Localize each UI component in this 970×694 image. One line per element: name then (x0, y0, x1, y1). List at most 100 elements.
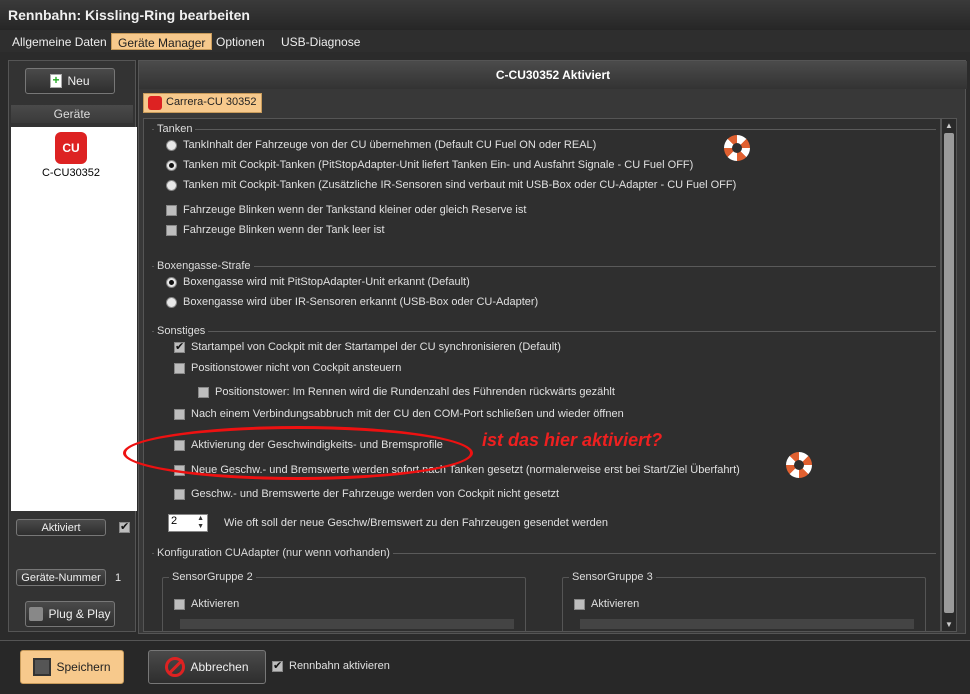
checkbox[interactable] (574, 598, 585, 610)
plus-icon: + (50, 73, 63, 88)
boxengasse-option-label: Boxengasse wird mit PitStopAdapter-Unit … (183, 276, 470, 288)
plug-play-button[interactable]: Plug & Play (25, 601, 115, 627)
sonstiges-title: Sonstiges (154, 325, 209, 337)
help-lifering-icon[interactable] (786, 452, 812, 478)
sensorgruppe-3-activate[interactable]: Aktivieren (574, 598, 639, 610)
cancel-button-label: Abbrechen (190, 660, 249, 674)
blink-reserve-checkbox[interactable]: Fahrzeuge Blinken wenn der Tankstand kle… (166, 204, 526, 216)
radio[interactable] (166, 159, 177, 171)
carrera-cu-tab-icon (148, 96, 162, 110)
devices-header: Geräte (11, 105, 133, 123)
tab-label: Carrera-CU 30352 (166, 96, 257, 108)
panel-title: C-CU30352 Aktiviert (139, 61, 967, 89)
radio[interactable] (166, 179, 177, 191)
sensorgruppe-3-field (580, 619, 914, 629)
plug-icon (29, 607, 44, 621)
menu-allgemeine-daten[interactable]: Allgemeine Daten (6, 33, 113, 50)
device-item[interactable]: CU C-CU30352 (31, 132, 111, 182)
tanken-option-label: Tanken mit Cockpit-Tanken (Zusätzliche I… (183, 179, 737, 191)
new-button[interactable]: + Neu (25, 68, 115, 94)
speed-not-set-checkbox[interactable]: Geschw.- und Bremswerte der Fahrzeuge we… (174, 488, 559, 500)
tanken-option-1[interactable]: TankInhalt der Fahrzeuge von der CU über… (166, 139, 596, 151)
checkbox[interactable] (174, 488, 185, 500)
scroll-down-icon[interactable]: ▼ (945, 620, 953, 629)
positionstower-checkbox[interactable]: Positionstower nicht von Cockpit ansteue… (174, 362, 401, 374)
device-activated-checkbox[interactable] (119, 520, 130, 533)
send-count-spinner[interactable]: 2 ▲ ▼ (168, 514, 208, 532)
tanken-option-label: TankInhalt der Fahrzeuge von der CU über… (183, 139, 597, 151)
checkbox[interactable] (166, 224, 177, 236)
new-button-label: Neu (67, 74, 90, 88)
checkbox[interactable] (272, 659, 283, 672)
floppy-disk-icon (33, 658, 52, 676)
menu-optionen[interactable]: Optionen (210, 33, 271, 50)
spinner-value: 2 (171, 515, 178, 527)
device-settings-panel: C-CU30352 Aktiviert Carrera-CU 30352 Tan… (138, 60, 967, 634)
boxengasse-option-label: Boxengasse wird über IR-Sensoren erkannt… (183, 296, 539, 308)
annotation-ellipse (123, 426, 473, 480)
tanken-option-label: Tanken mit Cockpit-Tanken (PitStopAdapte… (183, 159, 694, 171)
plug-play-label: Plug & Play (48, 607, 111, 621)
device-number-value: 1 (115, 572, 122, 584)
scroll-thumb[interactable] (944, 133, 954, 613)
checkbox-label: Positionstower: Im Rennen wird die Runde… (215, 386, 615, 398)
checkbox-label: Rennbahn aktivieren (289, 660, 390, 672)
radio[interactable] (166, 139, 177, 151)
boxengasse-title: Boxengasse-Strafe (154, 260, 254, 272)
checkbox[interactable] (166, 204, 177, 216)
save-button[interactable]: Speichern (20, 650, 124, 684)
checkbox[interactable] (174, 340, 185, 353)
save-button-label: Speichern (56, 660, 111, 674)
radio[interactable] (166, 296, 177, 308)
boxengasse-option-2[interactable]: Boxengasse wird über IR-Sensoren erkannt… (166, 296, 538, 308)
activated-label: Aktiviert (16, 519, 106, 536)
checkbox[interactable] (174, 598, 185, 610)
device-list: CU C-CU30352 (11, 127, 137, 511)
checkbox-label: Geschw.- und Bremswerte der Fahrzeuge we… (191, 488, 560, 500)
cancel-icon (165, 657, 186, 677)
annotation-text: ist das hier aktiviert? (482, 430, 663, 450)
checkbox[interactable] (174, 408, 185, 420)
checkbox-label: Startampel von Cockpit mit der Startampe… (191, 341, 561, 353)
sensorgruppe-2-activate[interactable]: Aktivieren (174, 598, 239, 610)
positionstower-reverse-checkbox[interactable]: Positionstower: Im Rennen wird die Runde… (198, 386, 615, 398)
sensorgruppe-3-title: SensorGruppe 3 (569, 571, 656, 583)
device-sidebar: + Neu Geräte CU C-CU30352 Aktiviert Gerä… (8, 60, 137, 632)
boxengasse-option-1[interactable]: Boxengasse wird mit PitStopAdapter-Unit … (166, 276, 470, 288)
cuadapter-title: Konfiguration CUAdapter (nur wenn vorhan… (154, 547, 393, 559)
checkbox-label: Fahrzeuge Blinken wenn der Tank leer ist (183, 224, 385, 236)
checkbox-label: Nach einem Verbindungsabbruch mit der CU… (191, 408, 624, 420)
checkbox-label: Aktivieren (591, 598, 640, 610)
radio[interactable] (166, 276, 177, 288)
checkbox[interactable] (198, 386, 209, 398)
settings-content: Tanken TankInhalt der Fahrzeuge von der … (143, 118, 941, 632)
checkbox-label: Aktivieren (191, 598, 240, 610)
reconnect-comport-checkbox[interactable]: Nach einem Verbindungsabbruch mit der CU… (174, 408, 624, 420)
window-title: Rennbahn: Kissling-Ring bearbeiten (0, 0, 970, 30)
checkbox-label: Positionstower nicht von Cockpit ansteue… (191, 362, 402, 374)
tanken-title: Tanken (154, 123, 196, 135)
spinner-arrows-icon[interactable]: ▲ ▼ (197, 515, 204, 531)
blink-empty-checkbox[interactable]: Fahrzeuge Blinken wenn der Tank leer ist (166, 224, 385, 236)
bottom-bar: Speichern Abbrechen Rennbahn aktivieren (0, 640, 970, 694)
device-number-label: Geräte-Nummer (16, 569, 106, 586)
checkbox[interactable] (174, 362, 185, 374)
tanken-option-3[interactable]: Tanken mit Cockpit-Tanken (Zusätzliche I… (166, 179, 736, 191)
cancel-button[interactable]: Abbrechen (148, 650, 266, 684)
carrera-cu-icon: CU (55, 132, 87, 164)
help-lifering-icon[interactable] (724, 135, 750, 161)
send-count-label: Wie oft soll der neue Geschw/Bremswert z… (224, 517, 608, 529)
vertical-scrollbar[interactable]: ▲ ▼ (941, 118, 957, 632)
scroll-up-icon[interactable]: ▲ (945, 121, 953, 130)
device-name: C-CU30352 (41, 167, 101, 179)
sensorgruppe-2-field (180, 619, 514, 629)
startampel-checkbox[interactable]: Startampel von Cockpit mit der Startampe… (174, 340, 561, 353)
sensorgruppe-2-title: SensorGruppe 2 (169, 571, 256, 583)
tab-carrera-cu[interactable]: Carrera-CU 30352 (143, 93, 263, 113)
rennbahn-activate-checkbox[interactable]: Rennbahn aktivieren (272, 659, 390, 672)
menu-geraete-manager[interactable]: Geräte Manager (111, 33, 213, 50)
menu-usb-diagnose[interactable]: USB-Diagnose (275, 33, 366, 50)
menu-bar: Allgemeine Daten Geräte Manager Optionen… (0, 30, 970, 52)
checkbox-label: Fahrzeuge Blinken wenn der Tankstand kle… (183, 204, 527, 216)
tanken-option-2[interactable]: Tanken mit Cockpit-Tanken (PitStopAdapte… (166, 159, 693, 171)
